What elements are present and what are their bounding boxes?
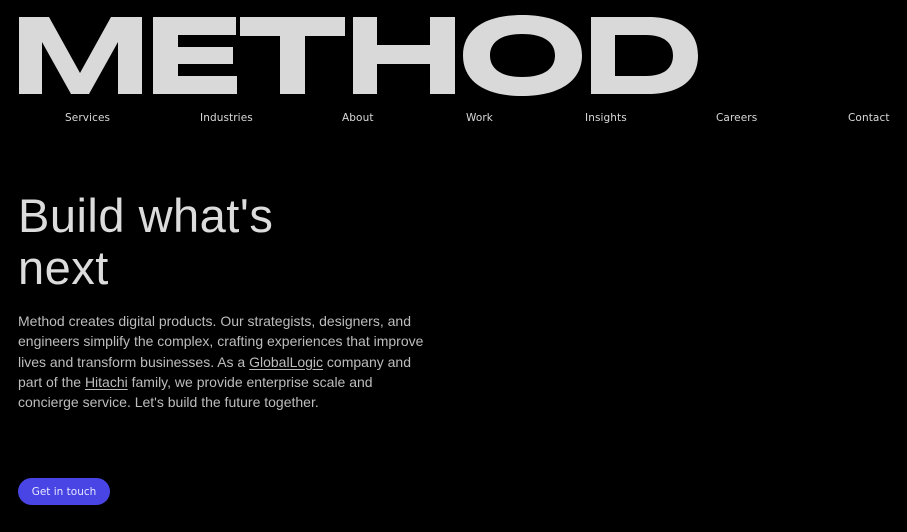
logo-letter-d <box>591 17 698 94</box>
hero-description: Method creates digital products. Our str… <box>18 311 428 412</box>
logo-letter-m <box>19 17 142 94</box>
hero-title-line1: Build what's <box>18 189 274 242</box>
main-nav: Services Industries About Work Insights … <box>0 112 907 128</box>
hero-title-line2: next <box>18 241 109 294</box>
hero-title: Build what's next <box>18 190 358 294</box>
nav-item-contact[interactable]: Contact <box>848 112 890 124</box>
logo-letter-e <box>153 17 237 94</box>
logo-letter-t <box>240 17 345 94</box>
globallogic-link[interactable]: GlobalLogic <box>249 354 323 370</box>
method-logo-wordmark: METHOD <box>19 15 698 96</box>
nav-item-services[interactable]: Services <box>65 112 110 124</box>
hitachi-link[interactable]: Hitachi <box>85 374 128 390</box>
logo-letter-o <box>463 15 582 96</box>
nav-item-about[interactable]: About <box>342 112 374 124</box>
logo-letter-h <box>353 17 455 94</box>
get-in-touch-button[interactable]: Get in touch <box>18 478 110 505</box>
nav-item-industries[interactable]: Industries <box>200 112 253 124</box>
nav-item-insights[interactable]: Insights <box>585 112 627 124</box>
method-logo[interactable]: METHOD <box>0 0 907 110</box>
nav-item-careers[interactable]: Careers <box>716 112 757 124</box>
nav-item-work[interactable]: Work <box>466 112 493 124</box>
